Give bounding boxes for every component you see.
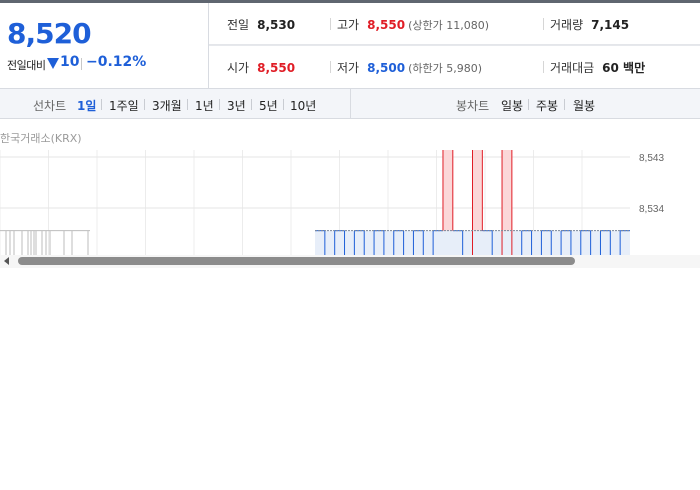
chart-scrollbar[interactable] <box>0 255 700 268</box>
scrollbar-thumb[interactable] <box>18 257 575 265</box>
quote-info: 전일 8,530 고가 8,550 (상한가 11,080) 거래량 7,145 시가 8… <box>209 3 700 89</box>
amount-label: 거래대금 <box>550 61 595 75</box>
trade-amount: 거래대금 60 백만 <box>550 59 645 76</box>
amount-value: 60 백만 <box>602 61 646 75</box>
tab-separator <box>564 99 565 110</box>
tab-separator <box>283 99 284 110</box>
y-tick-label: 8,534 <box>639 204 664 215</box>
compare-label: 전일대비 <box>7 59 46 72</box>
tab-separator <box>101 99 102 110</box>
tab-weekly-candle[interactable]: 주봉 <box>536 97 558 114</box>
candle-chart-label: 봉차트 <box>456 99 490 113</box>
current-price: 8,520 <box>7 17 92 50</box>
low-value: 8,500 <box>367 61 406 75</box>
chart-period-tabs: 선차트 1일 1주일 3개월 1년 3년 5년 10년 봉차트 일봉 주봉 월봉 <box>0 88 700 119</box>
tab-1y[interactable]: 1년 <box>195 97 214 114</box>
col-divider <box>330 61 331 73</box>
y-tick-label: 8,543 <box>639 153 664 164</box>
tab-separator <box>144 99 145 110</box>
tab-3y[interactable]: 3년 <box>227 97 246 114</box>
exchange-label: 한국거래소(KRX) <box>0 132 82 145</box>
tab-monthly-candle[interactable]: 월봉 <box>573 97 595 114</box>
prev-close-label: 전일 <box>227 18 250 32</box>
open-price: 시가 8,550 <box>227 59 295 76</box>
open-value: 8,550 <box>257 61 296 75</box>
tab-3m[interactable]: 3개월 <box>152 97 182 114</box>
change-separator <box>81 58 82 70</box>
price-summary: 8,520 전일대비 10 −0.12% <box>0 3 209 89</box>
up-fill <box>502 150 512 231</box>
tab-separator <box>219 99 220 110</box>
high-price: 고가 8,550 (상한가 11,080) <box>337 16 489 33</box>
tab-separator <box>187 99 188 110</box>
tab-1w[interactable]: 1주일 <box>109 97 139 114</box>
col-divider <box>543 61 544 73</box>
scroll-left-arrow-icon[interactable] <box>4 257 9 265</box>
change-percent: −0.12% <box>86 54 147 70</box>
low-price: 저가 8,500 (하한가 5,980) <box>337 59 482 76</box>
prev-close: 전일 8,530 <box>227 16 295 33</box>
tab-1d[interactable]: 1일 <box>77 97 96 114</box>
high-value: 8,550 <box>367 18 406 32</box>
tab-5y[interactable]: 5년 <box>259 97 278 114</box>
tab-separator <box>528 99 529 110</box>
low-label: 저가 <box>337 61 360 75</box>
line-chart-tabs: 선차트 1일 1주일 3개월 1년 3년 5년 10년 <box>0 89 351 119</box>
col-divider <box>330 18 331 30</box>
down-triangle-icon <box>47 58 59 69</box>
y-axis-ticks: 8,5438,5348,525 <box>639 153 664 215</box>
up-fill <box>472 150 483 231</box>
volume-label: 거래량 <box>550 18 584 32</box>
volume: 거래량 7,145 <box>550 16 629 33</box>
open-label: 시가 <box>227 61 250 75</box>
up-fill <box>442 150 453 231</box>
upper-limit: (상한가 11,080) <box>408 19 489 32</box>
row-divider <box>209 44 700 46</box>
high-label: 고가 <box>337 18 360 32</box>
change-value: 10 <box>60 54 80 70</box>
prev-close-value: 8,530 <box>257 18 296 32</box>
tab-daily-candle[interactable]: 일봉 <box>501 97 523 114</box>
volume-value: 7,145 <box>591 18 630 32</box>
tab-separator <box>251 99 252 110</box>
line-chart-label: 선차트 <box>33 99 67 113</box>
col-divider <box>543 18 544 30</box>
lower-limit: (하한가 5,980) <box>408 62 482 75</box>
intraday-price-chart: 8,5438,5348,525 <box>0 150 664 255</box>
tab-10y[interactable]: 10년 <box>290 97 316 114</box>
